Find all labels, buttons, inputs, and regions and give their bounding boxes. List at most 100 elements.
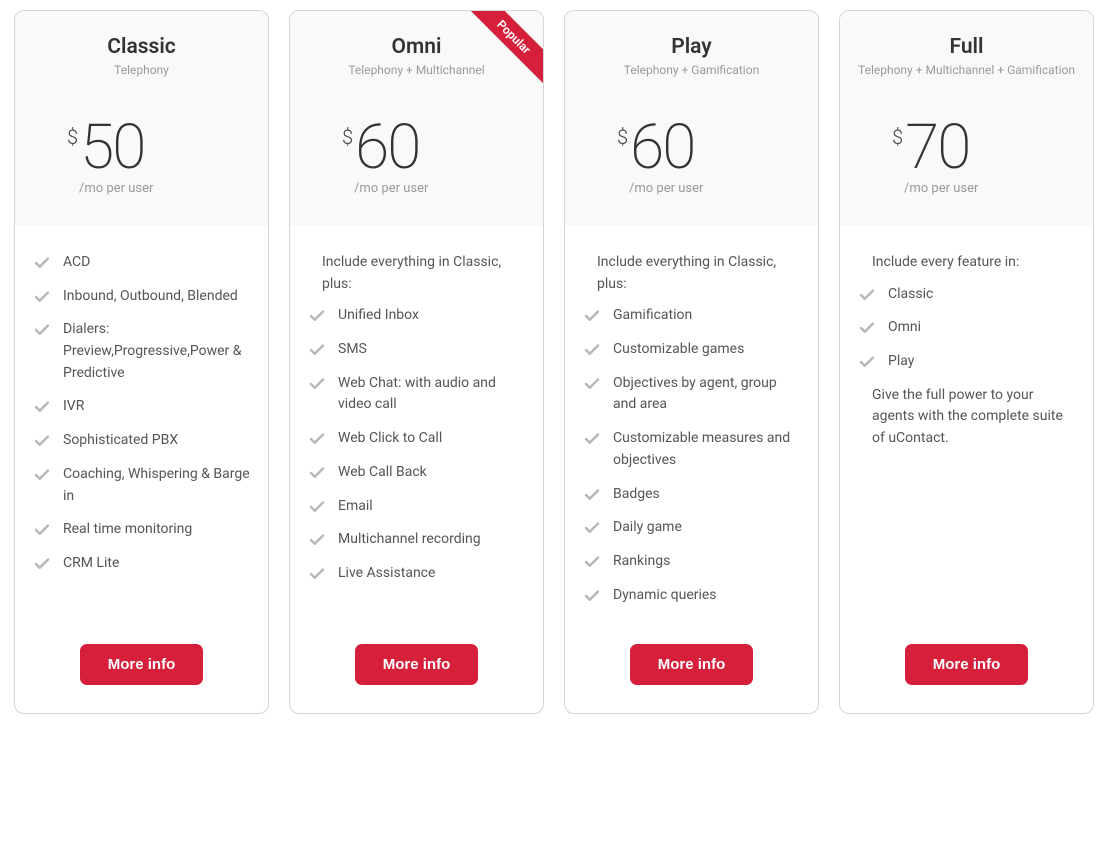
feature-text: Multichannel recording	[338, 529, 525, 551]
feature-item: Classic	[858, 284, 1075, 306]
plan-intro: Include everything in Classic, plus:	[597, 252, 800, 295]
feature-item: Live Assistance	[308, 563, 525, 585]
plan-name: Omni	[308, 35, 525, 59]
check-icon	[583, 553, 601, 571]
check-icon	[308, 498, 326, 516]
feature-item: Sophisticated PBX	[33, 430, 250, 452]
check-icon	[308, 375, 326, 393]
feature-text: Web Chat: with audio and video call	[338, 373, 525, 416]
price-value: 70	[905, 117, 969, 179]
check-icon	[583, 307, 601, 325]
check-icon	[33, 398, 51, 416]
check-icon	[583, 587, 601, 605]
check-icon	[858, 286, 876, 304]
feature-text: Customizable games	[613, 339, 800, 361]
check-icon	[583, 486, 601, 504]
price-period: /mo per user	[33, 181, 250, 196]
more-info-button[interactable]: More info	[80, 644, 204, 685]
card-footer: More info	[15, 636, 268, 713]
feature-text: Objectives by agent, group and area	[613, 373, 800, 416]
pricing-card-classic: Classic Telephony $50/mo per user ACD Inboun…	[14, 10, 269, 714]
currency-symbol: $	[617, 125, 628, 149]
feature-text: Omni	[888, 317, 1075, 339]
feature-text: IVR	[63, 396, 250, 418]
check-icon	[33, 321, 51, 339]
currency-symbol: $	[67, 125, 78, 149]
feature-text: Badges	[613, 484, 800, 506]
feature-text: Customizable measures and objectives	[613, 428, 800, 471]
price-value: 60	[355, 117, 419, 179]
check-icon	[308, 464, 326, 482]
price-row: $70	[858, 117, 1075, 179]
feature-item: Dialers: Preview,Progressive,Power & Pre…	[33, 319, 250, 384]
feature-item: Inbound, Outbound, Blended	[33, 286, 250, 308]
feature-item: Web Chat: with audio and video call	[308, 373, 525, 416]
check-icon	[583, 519, 601, 537]
feature-item: CRM Lite	[33, 553, 250, 575]
feature-item: Web Call Back	[308, 462, 525, 484]
feature-item: Customizable measures and objectives	[583, 428, 800, 471]
plan-intro: Include everything in Classic, plus:	[322, 252, 525, 295]
feature-text: Web Click to Call	[338, 428, 525, 450]
feature-item: Rankings	[583, 551, 800, 573]
feature-text: Live Assistance	[338, 563, 525, 585]
check-icon	[308, 531, 326, 549]
plan-subtitle: Telephony + Gamification	[583, 63, 800, 77]
feature-item: Real time monitoring	[33, 519, 250, 541]
feature-item: ACD	[33, 252, 250, 274]
more-info-button[interactable]: More info	[905, 644, 1029, 685]
check-icon	[858, 353, 876, 371]
pricing-grid: Classic Telephony $50/mo per user ACD Inboun…	[10, 10, 1098, 714]
price-period: /mo per user	[583, 181, 800, 196]
feature-item: Play	[858, 351, 1075, 373]
pricing-card-full: FullTelephony + Multichannel + Gamificat…	[839, 10, 1094, 714]
card-body: ACD Inbound, Outbound, Blended Dialers: Pr…	[15, 226, 268, 636]
plan-subtitle: Telephony	[33, 63, 250, 77]
card-body: Include every feature in: Classic Omni Play…	[840, 226, 1093, 636]
feature-text: Daily game	[613, 517, 800, 539]
more-info-button[interactable]: More info	[355, 644, 479, 685]
plan-name: Full	[858, 35, 1075, 59]
check-icon	[33, 555, 51, 573]
feature-text: Gamification	[613, 305, 800, 327]
check-icon	[583, 430, 601, 448]
feature-text: Email	[338, 496, 525, 518]
price-period: /mo per user	[858, 181, 1075, 196]
card-header: Classic Telephony $50/mo per user	[15, 11, 268, 226]
feature-item: Customizable games	[583, 339, 800, 361]
check-icon	[308, 307, 326, 325]
feature-text: Real time monitoring	[63, 519, 250, 541]
feature-text: Sophisticated PBX	[63, 430, 250, 452]
feature-text: Coaching, Whispering & Barge in	[63, 464, 250, 507]
plan-subtitle: Telephony + Multichannel	[308, 63, 525, 77]
check-icon	[33, 521, 51, 539]
price-row: $60	[583, 117, 800, 179]
feature-text: SMS	[338, 339, 525, 361]
pricing-card-play: Play Telephony + Gamification $60/mo per u…	[564, 10, 819, 714]
feature-text: ACD	[63, 252, 250, 274]
price-value: 60	[630, 117, 694, 179]
feature-text: Dynamic queries	[613, 585, 800, 607]
plan-intro: Include every feature in:	[872, 252, 1075, 274]
feature-text: Play	[888, 351, 1075, 373]
card-footer: More info	[565, 636, 818, 713]
feature-item: Coaching, Whispering & Barge in	[33, 464, 250, 507]
feature-item: Web Click to Call	[308, 428, 525, 450]
more-info-button[interactable]: More info	[630, 644, 754, 685]
feature-item: Email	[308, 496, 525, 518]
feature-item: SMS	[308, 339, 525, 361]
check-icon	[583, 375, 601, 393]
price-row: $60	[308, 117, 525, 179]
check-icon	[308, 341, 326, 359]
plan-name: Classic	[33, 35, 250, 59]
check-icon	[308, 430, 326, 448]
check-icon	[33, 288, 51, 306]
feature-item: Dynamic queries	[583, 585, 800, 607]
feature-text: Inbound, Outbound, Blended	[63, 286, 250, 308]
currency-symbol: $	[342, 125, 353, 149]
feature-item: IVR	[33, 396, 250, 418]
plan-name: Play	[583, 35, 800, 59]
card-body: Include everything in Classic, plus:Unif…	[290, 226, 543, 636]
price-row: $50	[33, 117, 250, 179]
check-icon	[33, 254, 51, 272]
